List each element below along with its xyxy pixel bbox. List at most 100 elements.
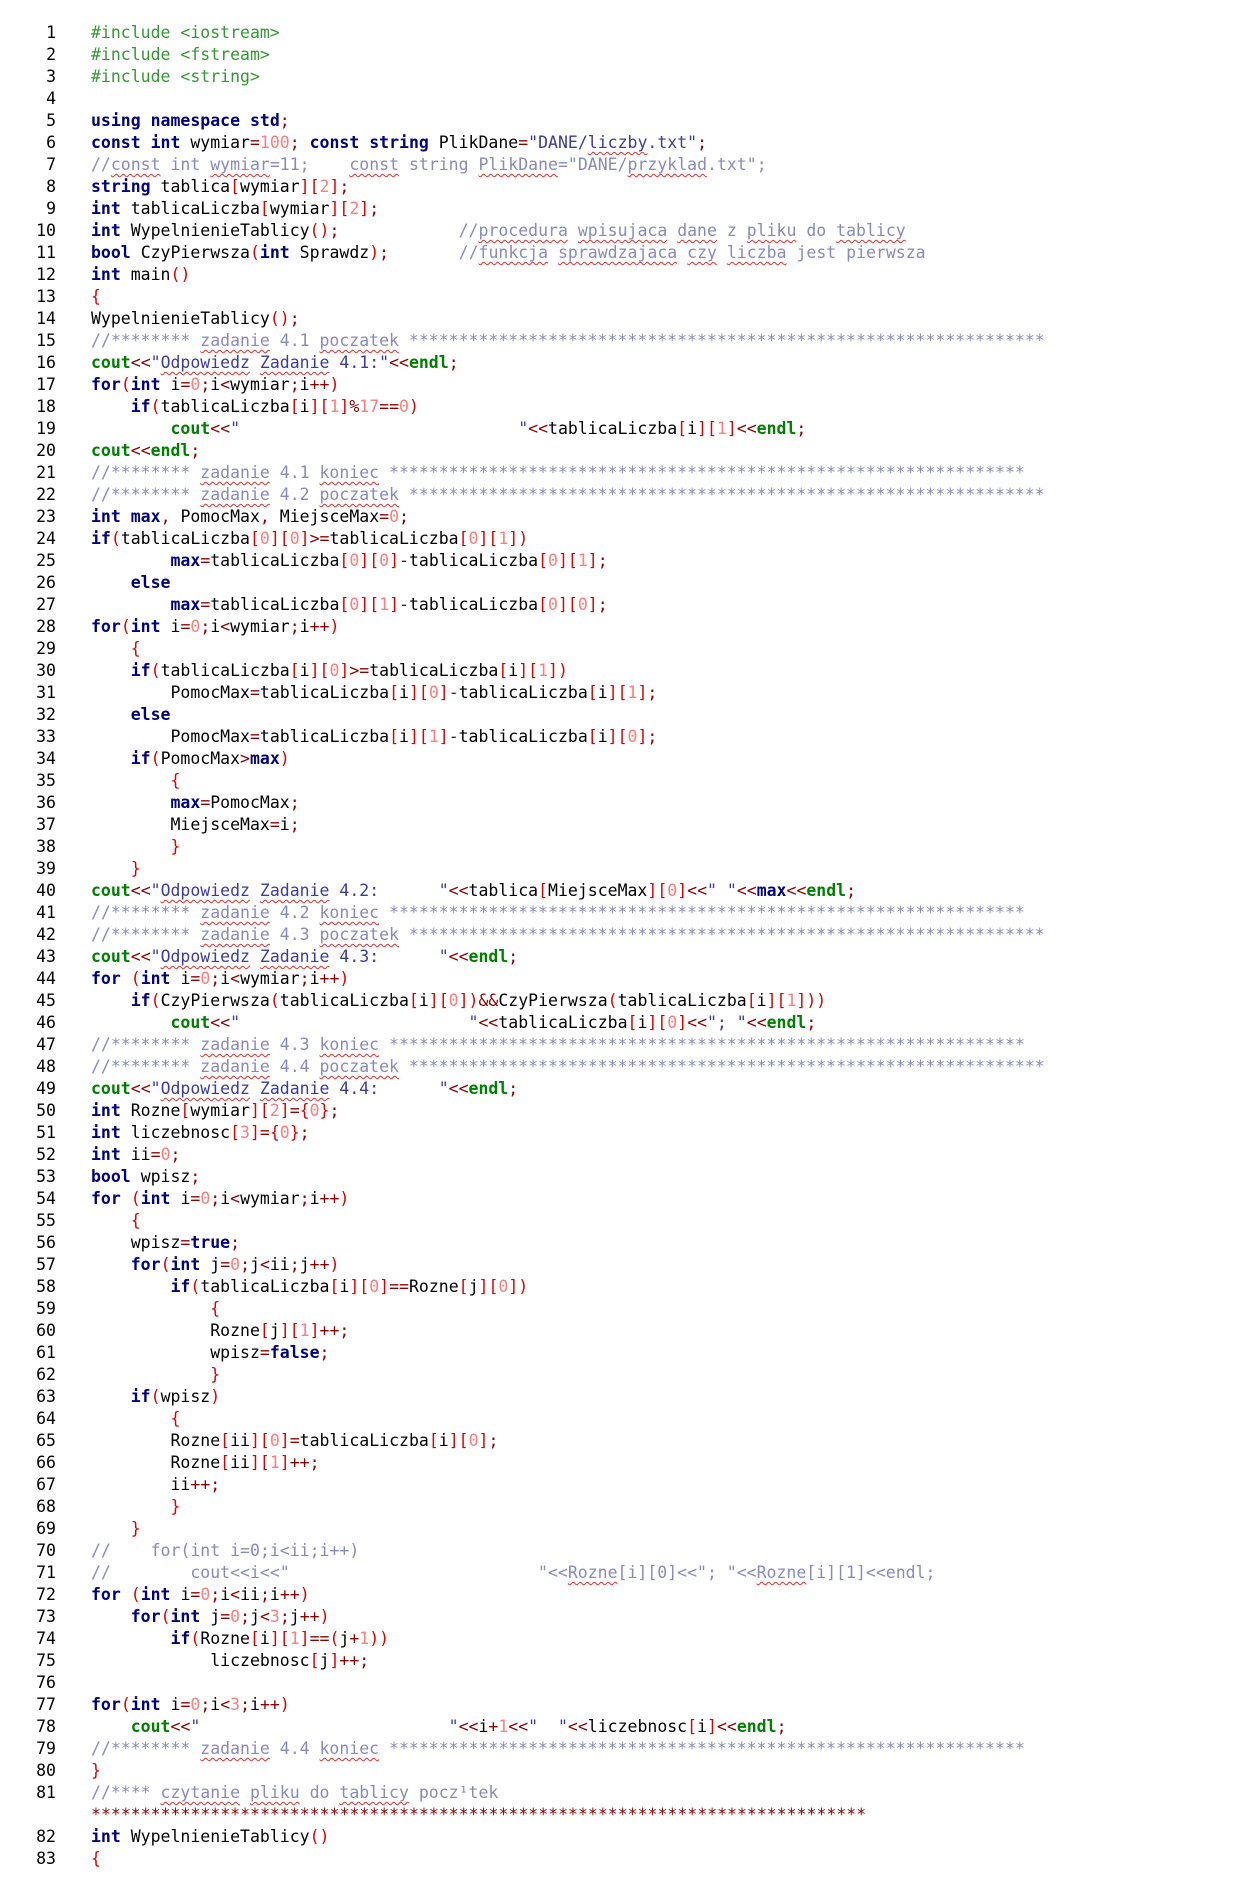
line-number: 83	[36, 1849, 56, 1868]
line-code: if(CzyPierwsza(tablicaLiczba[i][0])&&Czy…	[130, 991, 827, 1010]
line-number: 71	[36, 1563, 56, 1582]
line-number: 6	[46, 133, 56, 152]
code-line: 49 cout<<"Odpowiedz Zadanie 4.4: "<<endl;	[0, 1078, 1247, 1100]
line-code: {	[91, 1849, 101, 1868]
code-line: 39 }	[0, 858, 1247, 880]
code-line: 81 //**** czytanie pliku do tablicy pocz¹…	[0, 1782, 1247, 1826]
line-number: 80	[36, 1761, 56, 1780]
line-number: 42	[36, 925, 56, 944]
line-number: 19	[36, 419, 56, 438]
line-code: using namespace std;	[91, 111, 290, 130]
line-code: //******** zadanie 4.2 koniec **********…	[91, 903, 1025, 922]
line-code: cout<<"Odpowiedz Zadanie 4.1:"<<endl;	[91, 353, 459, 372]
line-code: cout<<" "<<tablicaLiczba[i][0]<<"; "<<en…	[170, 1013, 817, 1032]
line-code: max=PomocMax;	[170, 793, 300, 812]
code-line: 61 wpisz=false;	[0, 1342, 1247, 1364]
line-number: 10	[36, 221, 56, 240]
line-number: 81	[36, 1783, 56, 1802]
line-number: 1	[46, 23, 56, 42]
line-number: 63	[36, 1387, 56, 1406]
line-code: //******** zadanie 4.1 koniec **********…	[91, 463, 1025, 482]
code-line: 51 int liczebnosc[3]={0};	[0, 1122, 1247, 1144]
code-line: 54 for (int i=0;i<wymiar;i++)	[0, 1188, 1247, 1210]
line-code: else	[130, 705, 171, 724]
line-number: 66	[36, 1453, 56, 1472]
line-number: 27	[36, 595, 56, 614]
code-line: 7 //const int wymiar=11; const string Pli…	[0, 154, 1247, 176]
line-code: {	[210, 1299, 221, 1318]
line-number: 50	[36, 1101, 56, 1120]
line-code: }	[170, 1497, 181, 1516]
code-line: 8 string tablica[wymiar][2];	[0, 176, 1247, 198]
code-line: 12 int main()	[0, 264, 1247, 286]
line-number: 62	[36, 1365, 56, 1384]
line-number: 43	[36, 947, 56, 966]
line-code: for (int i=0;i<ii;i++)	[91, 1585, 310, 1604]
line-code: liczebnosc[j]++;	[210, 1651, 370, 1670]
line-code: {	[91, 287, 101, 306]
line-code: {	[170, 771, 181, 790]
line-number: 35	[36, 771, 56, 790]
code-line: 28 for(int i=0;i<wymiar;i++)	[0, 616, 1247, 638]
line-code: if(tablicaLiczba[0][0]>=tablicaLiczba[0]…	[91, 529, 529, 548]
code-line: 33 PomocMax=tablicaLiczba[i][1]-tablicaL…	[0, 726, 1247, 748]
code-line: 68 }	[0, 1496, 1247, 1518]
line-number: 40	[36, 881, 56, 900]
line-code: // for(int i=0;i<ii;i++)	[91, 1541, 360, 1560]
code-line: 34 if(PomocMax>max)	[0, 748, 1247, 770]
line-number: 65	[36, 1431, 56, 1450]
line-code: int WypelnienieTablicy()	[91, 1827, 330, 1846]
line-code: string tablica[wymiar][2];	[91, 177, 350, 196]
line-code: if(PomocMax>max)	[130, 749, 290, 768]
line-code: #include <iostream>	[91, 23, 280, 42]
line-number: 44	[36, 969, 56, 988]
line-number: 22	[36, 485, 56, 504]
line-code: // cout<<i<<" "<<Rozne[i][0]<<"; "<<Rozn…	[91, 1563, 936, 1582]
code-line: 60 Rozne[j][1]++;	[0, 1320, 1247, 1342]
line-code: for(int j=0;j<3;j++)	[130, 1607, 330, 1626]
code-line: 10 int WypelnienieTablicy(); //procedura …	[0, 220, 1247, 242]
line-code: WypelnienieTablicy();	[91, 309, 300, 328]
line-code: MiejsceMax=i;	[170, 815, 300, 834]
line-code: cout<<" "<<tablicaLiczba[i][1]<<endl;	[170, 419, 807, 438]
code-line: 36 max=PomocMax;	[0, 792, 1247, 814]
line-number: 18	[36, 397, 56, 416]
code-line: 56 wpisz=true;	[0, 1232, 1247, 1254]
line-code: cout<<"Odpowiedz Zadanie 4.4: "<<endl;	[91, 1079, 519, 1098]
code-line: 45 if(CzyPierwsza(tablicaLiczba[i][0])&&…	[0, 990, 1247, 1012]
line-number: 32	[36, 705, 56, 724]
line-number: 8	[46, 177, 56, 196]
line-number: 31	[36, 683, 56, 702]
code-line: 1 #include <iostream>	[0, 22, 1247, 44]
line-number: 29	[36, 639, 56, 658]
line-code: //******** zadanie 4.1 poczatek ********…	[91, 331, 1045, 350]
code-line: 31 PomocMax=tablicaLiczba[i][0]-tablicaL…	[0, 682, 1247, 704]
line-code: bool CzyPierwsza(int Sprawdz); //funkcja…	[91, 243, 926, 262]
line-code: if(tablicaLiczba[i][0]==Rozne[j][0])	[170, 1277, 529, 1296]
line-code: cout<<" "<<i+1<<" "<<liczebnosc[i]<<endl…	[130, 1717, 787, 1736]
code-line: 11 bool CzyPierwsza(int Sprawdz); //funkc…	[0, 242, 1247, 264]
line-code: for (int i=0;i<wymiar;i++)	[91, 969, 350, 988]
line-number: 24	[36, 529, 56, 548]
line-number: 7	[46, 155, 56, 174]
line-code: //**** czytanie pliku do tablicy pocz¹te…	[91, 1783, 867, 1824]
line-code: Rozne[ii][1]++;	[170, 1453, 320, 1472]
line-number: 30	[36, 661, 56, 680]
line-number: 77	[36, 1695, 56, 1714]
line-code: bool wpisz;	[91, 1167, 201, 1186]
line-number: 16	[36, 353, 56, 372]
line-number: 37	[36, 815, 56, 834]
code-line: 18 if(tablicaLiczba[i][1]%17==0)	[0, 396, 1247, 418]
line-code: //******** zadanie 4.2 poczatek ********…	[91, 485, 1045, 504]
code-line: 71 // cout<<i<<" "<<Rozne[i][0]<<"; "<<Ro…	[0, 1562, 1247, 1584]
code-line: 23 int max, PomocMax, MiejsceMax=0;	[0, 506, 1247, 528]
code-line: 48 //******** zadanie 4.4 poczatek ******…	[0, 1056, 1247, 1078]
code-line: 78 cout<<" "<<i+1<<" "<<liczebnosc[i]<<e…	[0, 1716, 1247, 1738]
code-line: 53 bool wpisz;	[0, 1166, 1247, 1188]
line-code: int ii=0;	[91, 1145, 181, 1164]
code-line: 43 cout<<"Odpowiedz Zadanie 4.3: "<<endl;	[0, 946, 1247, 968]
line-number: 17	[36, 375, 56, 394]
line-code: if(wpisz)	[130, 1387, 221, 1406]
code-line: 75 liczebnosc[j]++;	[0, 1650, 1247, 1672]
code-line: 14 WypelnienieTablicy();	[0, 308, 1247, 330]
